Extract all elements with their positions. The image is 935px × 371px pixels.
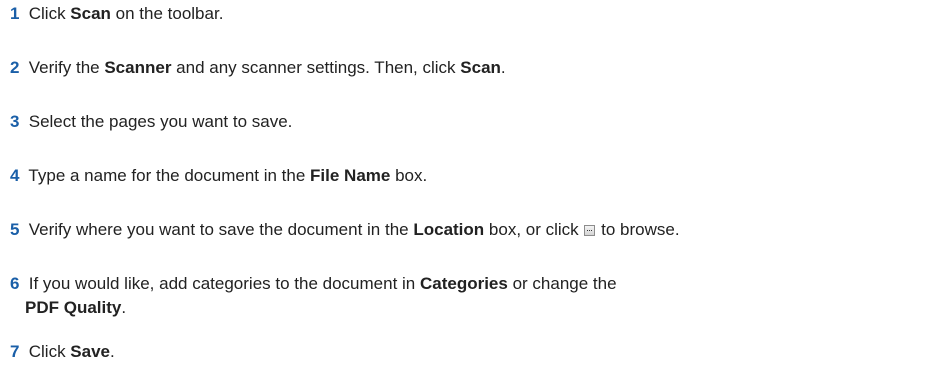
instruction-steps: 1 Click Scan on the toolbar. 2 Verify th…: [0, 0, 935, 371]
step-text: Verify where you want to save the docume…: [28, 220, 414, 239]
ui-term-categories: Categories: [419, 274, 508, 293]
step-text: If you would like, add categories to the…: [28, 274, 420, 293]
ui-term-pdf-quality: PDF Quality: [25, 298, 122, 317]
step-number: 2: [10, 58, 20, 77]
step-text: and any scanner settings. Then, click: [171, 58, 461, 77]
step-4: 4 Type a name for the document in the Fi…: [10, 164, 935, 188]
step-number: 1: [10, 4, 20, 23]
step-number: 5: [10, 220, 20, 239]
step-number: 3: [10, 112, 20, 131]
ui-term-file-name: File Name: [310, 166, 391, 185]
browse-button-icon: [584, 225, 596, 236]
step-text: Type a name for the document in the: [28, 166, 311, 185]
step-text: Verify the: [28, 58, 105, 77]
ui-term-save: Save: [70, 342, 110, 361]
ui-term-location: Location: [413, 220, 485, 239]
step-text: or change the: [507, 274, 617, 293]
step-text: box, or click: [484, 220, 584, 239]
step-text: Click: [28, 4, 71, 23]
step-text: .: [121, 298, 127, 317]
step-3: 3 Select the pages you want to save.: [10, 110, 935, 134]
step-number: 7: [10, 342, 20, 361]
ui-term-scanner: Scanner: [104, 58, 172, 77]
step-1: 1 Click Scan on the toolbar.: [10, 2, 935, 26]
step-text: on the toolbar.: [110, 4, 224, 23]
step-text: box.: [390, 166, 428, 185]
step-5: 5 Verify where you want to save the docu…: [10, 218, 935, 242]
step-number: 4: [10, 166, 20, 185]
step-text: to browse.: [596, 220, 680, 239]
step-text: Click: [28, 342, 71, 361]
step-number: 6: [10, 274, 20, 293]
step-7: 7 Click Save.: [10, 340, 935, 364]
ui-term-scan: Scan: [460, 58, 501, 77]
step-6: 6 If you would like, add categories to t…: [10, 272, 935, 320]
ui-term-scan: Scan: [70, 4, 111, 23]
step-2: 2 Verify the Scanner and any scanner set…: [10, 56, 935, 80]
step-text: .: [110, 342, 115, 361]
step-text: .: [500, 58, 506, 77]
step-text: Select the pages you want to save.: [28, 112, 293, 131]
